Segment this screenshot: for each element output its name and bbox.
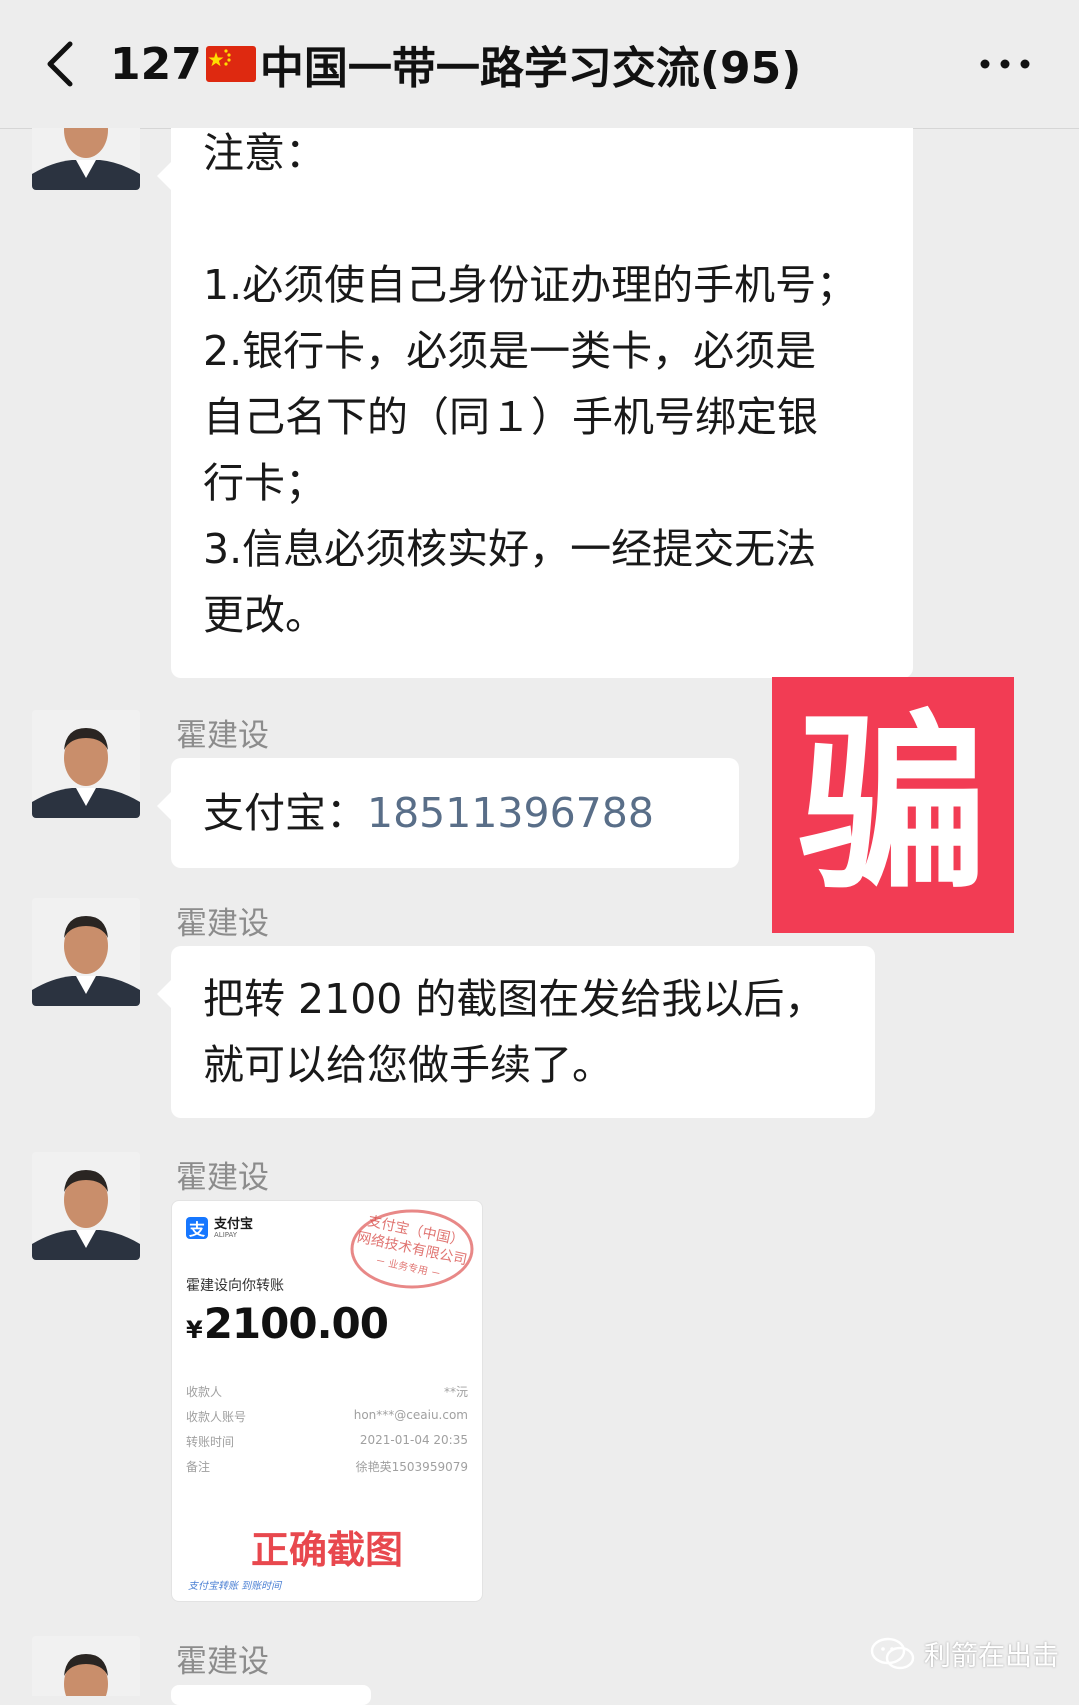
company-seal-icon: 支付宝（中国） 网络技术有限公司 － 业务专用 －	[350, 1209, 474, 1289]
avatar[interactable]	[32, 1636, 140, 1696]
avatar-photo-icon	[32, 128, 140, 190]
message-line: 把转 2100 的截图在发给我以后，	[203, 975, 826, 1023]
message-line: 行卡；	[203, 459, 326, 507]
receipt-row-label: 备注	[186, 1460, 211, 1474]
alipay-logo: 支 支付宝 ALIPAY	[186, 1217, 253, 1239]
avatar-photo-icon	[32, 898, 140, 1006]
message-line: 1.必须使自己身份证办理的手机号；	[203, 261, 858, 309]
message-line: 自己名下的（同１）手机号绑定银	[203, 393, 818, 441]
avatar[interactable]	[32, 128, 140, 190]
scam-warning-stamp: 骗	[772, 677, 1014, 933]
more-options-icon[interactable]	[975, 44, 1035, 84]
message-line: 就可以给您做手续了。	[203, 1041, 613, 1089]
transfer-amount: ¥2100.00	[186, 1299, 389, 1348]
message-line: 注意：	[203, 129, 326, 177]
receipt-footer: 支付宝转账 到账时间	[188, 1581, 282, 1592]
correct-screenshot-label: 正确截图	[250, 1528, 403, 1572]
account-watermark: 利箭在出击	[870, 1634, 1059, 1673]
message-line	[203, 186, 903, 252]
back-chevron-icon[interactable]	[32, 34, 92, 94]
receipt-row-label: 转账时间	[186, 1435, 235, 1449]
currency-symbol: ¥	[186, 1316, 203, 1344]
avatar-photo-icon	[32, 1636, 140, 1696]
receipt-row-value: hon***@ceaiu.com	[353, 1408, 468, 1422]
receipt-row-label: 收款人	[186, 1385, 223, 1399]
receipt-row: 收款人账号 hon***@ceaiu.com	[186, 1408, 468, 1425]
group-name: 中国一带一路学习交流(95)	[259, 43, 802, 94]
message-line: 3.信息必须核实好，一经提交无法	[203, 525, 817, 573]
wechat-icon	[870, 1637, 915, 1669]
sender-name: 霍建设	[176, 906, 269, 942]
receipt-row-value: 2021-01-04 20:35	[359, 1433, 468, 1447]
receipt-row-value: **沅	[443, 1385, 468, 1399]
receipt-row: 备注 徐艳英1503959079	[186, 1458, 468, 1475]
avatar-photo-icon	[32, 1152, 140, 1260]
sender-name: 霍建设	[176, 1160, 269, 1196]
message-line: 2.银行卡，必须是一类卡，必须是	[203, 327, 817, 375]
message-bubble-instruction[interactable]: 把转 2100 的截图在发给我以后， 就可以给您做手续了。	[157, 946, 875, 1118]
phone-number-link[interactable]: 18511396788	[367, 780, 654, 846]
chat-title: 127 中国一带一路学习交流(95)	[110, 34, 802, 95]
alipay-logo-subtext: ALIPAY	[214, 1230, 238, 1239]
chat-header: 127 中国一带一路学习交流(95)	[0, 0, 1079, 129]
avatar[interactable]	[32, 710, 140, 818]
message-bubble-alipay[interactable]: 支付宝： 18511396788	[157, 758, 739, 868]
transfer-receipt-image[interactable]: 支 支付宝 ALIPAY 支付宝（中国） 网络技术有限公司 － 业务专用 － 霍…	[171, 1200, 483, 1602]
message-bubble-partial[interactable]	[171, 1685, 371, 1705]
avatar[interactable]	[32, 1152, 140, 1260]
receipt-row-label: 收款人账号	[186, 1410, 247, 1424]
sender-name: 霍建设	[176, 718, 269, 754]
receipt-row: 收款人 **沅	[186, 1383, 468, 1400]
receipt-row: 转账时间 2021-01-04 20:35	[186, 1433, 468, 1450]
china-flag-icon	[205, 46, 256, 82]
alipay-label: 支付宝：	[203, 789, 367, 837]
receipt-row-value: 徐艳英1503959079	[355, 1460, 468, 1474]
transfer-description: 霍建设向你转账	[186, 1278, 284, 1294]
watermark-text: 利箭在出击	[924, 1641, 1059, 1672]
member-count-prefix: 127	[110, 38, 202, 90]
alipay-icon: 支	[186, 1217, 208, 1239]
avatar[interactable]	[32, 898, 140, 1006]
alipay-logo-text: 支付宝	[214, 1216, 254, 1232]
amount-value: 2100.00	[203, 1299, 389, 1348]
message-bubble-notice[interactable]: 注意： 1.必须使自己身份证办理的手机号； 2.银行卡，必须是一类卡，必须是 自…	[157, 128, 913, 678]
avatar-photo-icon	[32, 710, 140, 818]
message-line: 更改。	[203, 591, 326, 639]
scam-stamp-text: 骗	[797, 694, 988, 915]
sender-name: 霍建设	[176, 1644, 269, 1680]
